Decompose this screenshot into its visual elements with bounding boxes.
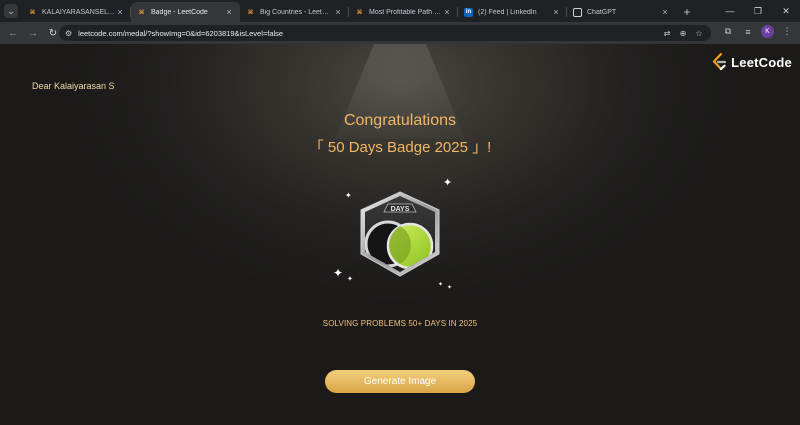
medal-page: Dear Kalaiyarasan S LeetCode Congratulat… bbox=[0, 44, 800, 425]
profile-avatar[interactable]: K bbox=[761, 25, 774, 38]
leetcode-icon: ⌘ bbox=[356, 9, 363, 16]
tab-label: KALAIYARASANSELVAM - L bbox=[42, 8, 115, 16]
tab-kalaiyarasanselvam[interactable]: ⌘ KALAIYARASANSELVAM - L × bbox=[22, 2, 131, 22]
omnibox-actions: ⇄ ⊕ ☆ bbox=[661, 29, 711, 38]
greeting-text: Dear Kalaiyarasan S bbox=[32, 81, 115, 91]
badge-subtitle: SOLVING PROBLEMS 50+ DAYS IN 2025 bbox=[322, 319, 478, 328]
site-info-icon[interactable]: ⚙ bbox=[65, 29, 72, 38]
leetcode-icon: ⌘ bbox=[138, 9, 145, 16]
extensions-icon[interactable]: ⧉ bbox=[721, 26, 735, 37]
leetcode-logo-icon bbox=[713, 53, 727, 71]
close-icon[interactable]: × bbox=[115, 7, 125, 17]
chevron-down-icon: ⌄ bbox=[4, 4, 18, 18]
toolbar-right: ⧉ ≡ K ⋮ bbox=[721, 25, 794, 38]
badge-image: ✦ ✦ ✦ ✦ ✦ ✦ DAYS bbox=[330, 174, 470, 294]
tab-label: ChatGPT bbox=[587, 8, 617, 16]
restore-icon[interactable]: ❐ bbox=[744, 0, 772, 22]
tab-strip: ⌄ ⌘ KALAIYARASANSELVAM - L × ⌘ Badge - L… bbox=[0, 0, 800, 22]
linkedin-icon: in bbox=[464, 7, 473, 17]
badge-title: 「 50 Days Badge 2025 」! bbox=[308, 139, 492, 156]
close-icon[interactable]: × bbox=[660, 7, 670, 17]
tab-badge-leetcode[interactable]: ⌘ Badge - LeetCode × bbox=[131, 2, 240, 22]
zoom-icon[interactable]: ⊕ bbox=[677, 29, 689, 38]
badge-days-label: DAYS bbox=[391, 206, 410, 213]
window-close-icon[interactable]: ✕ bbox=[772, 0, 800, 22]
bookmark-star-icon[interactable]: ☆ bbox=[693, 29, 705, 38]
tab-big-countries[interactable]: ⌘ Big Countries - LeetCode × bbox=[240, 2, 349, 22]
leetcode-logo[interactable]: LeetCode bbox=[711, 53, 792, 71]
translate-icon[interactable]: ⇄ bbox=[661, 29, 673, 38]
tab-chatgpt[interactable]: ChatGPT × bbox=[567, 2, 676, 22]
fifty-days-badge-icon: DAYS bbox=[360, 191, 440, 277]
minimize-icon[interactable]: — bbox=[716, 0, 744, 22]
address-bar[interactable]: ⚙ leetcode.com/medal/?showImg=0&id=62038… bbox=[59, 25, 711, 41]
tab-search-button[interactable]: ⌄ bbox=[0, 0, 22, 22]
tab-linkedin-feed[interactable]: in (2) Feed | LinkedIn × bbox=[458, 2, 567, 22]
address-url: leetcode.com/medal/?showImg=0&id=6203819… bbox=[78, 28, 284, 38]
new-tab-button[interactable]: + bbox=[676, 2, 698, 22]
close-icon[interactable]: × bbox=[442, 7, 452, 17]
browser-toolbar: ← → ↻ ⚙ leetcode.com/medal/?showImg=0&id… bbox=[0, 22, 800, 44]
forward-arrow-icon[interactable]: → bbox=[23, 23, 43, 43]
close-icon[interactable]: × bbox=[551, 7, 561, 17]
chatgpt-icon bbox=[573, 7, 582, 17]
tab-label: Big Countries - LeetCode bbox=[260, 8, 333, 16]
leetcode-icon: ⌘ bbox=[29, 9, 36, 16]
leetcode-icon: ⌘ bbox=[247, 9, 254, 16]
close-icon[interactable]: × bbox=[224, 7, 234, 17]
menu-kebab-icon[interactable]: ⋮ bbox=[780, 26, 794, 37]
tab-most-profitable-path[interactable]: ⌘ Most Profitable Path in a T × bbox=[349, 2, 458, 22]
back-arrow-icon[interactable]: ← bbox=[3, 23, 23, 43]
close-icon[interactable]: × bbox=[333, 7, 343, 17]
congratulations-heading: Congratulations bbox=[343, 112, 457, 129]
tab-label: (2) Feed | LinkedIn bbox=[478, 8, 537, 16]
generate-image-button[interactable]: Generate Image bbox=[325, 370, 475, 393]
media-control-icon[interactable]: ≡ bbox=[741, 27, 755, 37]
logo-wordmark: LeetCode bbox=[731, 54, 792, 70]
tab-label: Most Profitable Path in a T bbox=[369, 8, 442, 16]
tab-label: Badge - LeetCode bbox=[151, 8, 208, 16]
window-controls: — ❐ ✕ bbox=[716, 0, 800, 22]
